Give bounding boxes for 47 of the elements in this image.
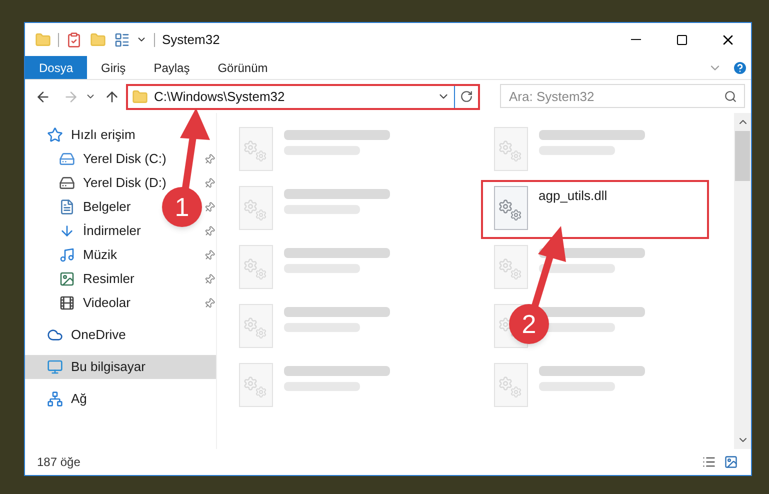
up-icon[interactable] xyxy=(104,88,120,104)
nav-item[interactable]: Hızlı erişim xyxy=(25,123,216,147)
nav-label[interactable]: İndirmeler xyxy=(83,221,141,241)
document-icon xyxy=(59,199,75,215)
cloud-icon xyxy=(47,327,63,343)
back-icon[interactable] xyxy=(35,88,51,104)
maximize-icon xyxy=(676,34,688,46)
file-name: agp_utils.dll xyxy=(538,187,608,205)
ribbon-tab[interactable]: Giriş xyxy=(87,56,140,79)
scrollbar-thumb[interactable] xyxy=(735,131,750,181)
folder-icon xyxy=(132,88,148,104)
nav-item[interactable]: Ağ xyxy=(25,387,216,411)
picture-icon xyxy=(59,271,75,287)
drive-icon xyxy=(59,151,75,167)
film-icon xyxy=(59,295,75,311)
address-field[interactable]: C:\Windows\System32 xyxy=(126,84,480,110)
network-icon xyxy=(47,391,63,407)
nav-label[interactable]: Müzik xyxy=(83,245,117,265)
search-icon xyxy=(724,90,737,104)
ribbon-tab[interactable]: Görünüm xyxy=(204,56,282,79)
details-view-icon[interactable] xyxy=(701,455,717,469)
help-icon[interactable] xyxy=(732,60,748,76)
nav-label[interactable]: Belgeler xyxy=(83,197,131,217)
refresh-icon[interactable] xyxy=(460,90,473,103)
large-icons-view-icon[interactable] xyxy=(723,455,739,469)
nav-label[interactable]: Resimler xyxy=(83,269,134,289)
search-field[interactable]: Ara: System32 xyxy=(500,84,745,108)
properties-icon[interactable] xyxy=(114,32,130,48)
item-count: 187 öğe xyxy=(37,454,80,471)
ribbon-tab[interactable]: Dosya xyxy=(25,56,88,79)
monitor-icon xyxy=(47,359,63,375)
address-path: C:\Windows\System32 xyxy=(154,88,286,106)
window-title: System32 xyxy=(162,30,220,49)
dll-file-icon[interactable] xyxy=(494,186,528,230)
ribbon-tab[interactable]: Paylaş xyxy=(140,56,204,79)
star-icon xyxy=(47,127,63,143)
scrollbar[interactable] xyxy=(734,113,751,449)
download-icon xyxy=(59,223,75,239)
nav-label[interactable]: Yerel Disk (C:) xyxy=(83,149,166,169)
nav-item[interactable]: Bu bilgisayar xyxy=(25,355,216,379)
nav-item[interactable]: OneDrive xyxy=(25,323,216,347)
drive-icon xyxy=(59,175,75,191)
nav-label[interactable]: Videolar xyxy=(83,293,130,313)
forward-icon[interactable] xyxy=(63,88,79,104)
music-note-icon xyxy=(59,247,75,263)
checklist-icon[interactable] xyxy=(66,32,82,48)
minimize-icon xyxy=(631,39,641,40)
